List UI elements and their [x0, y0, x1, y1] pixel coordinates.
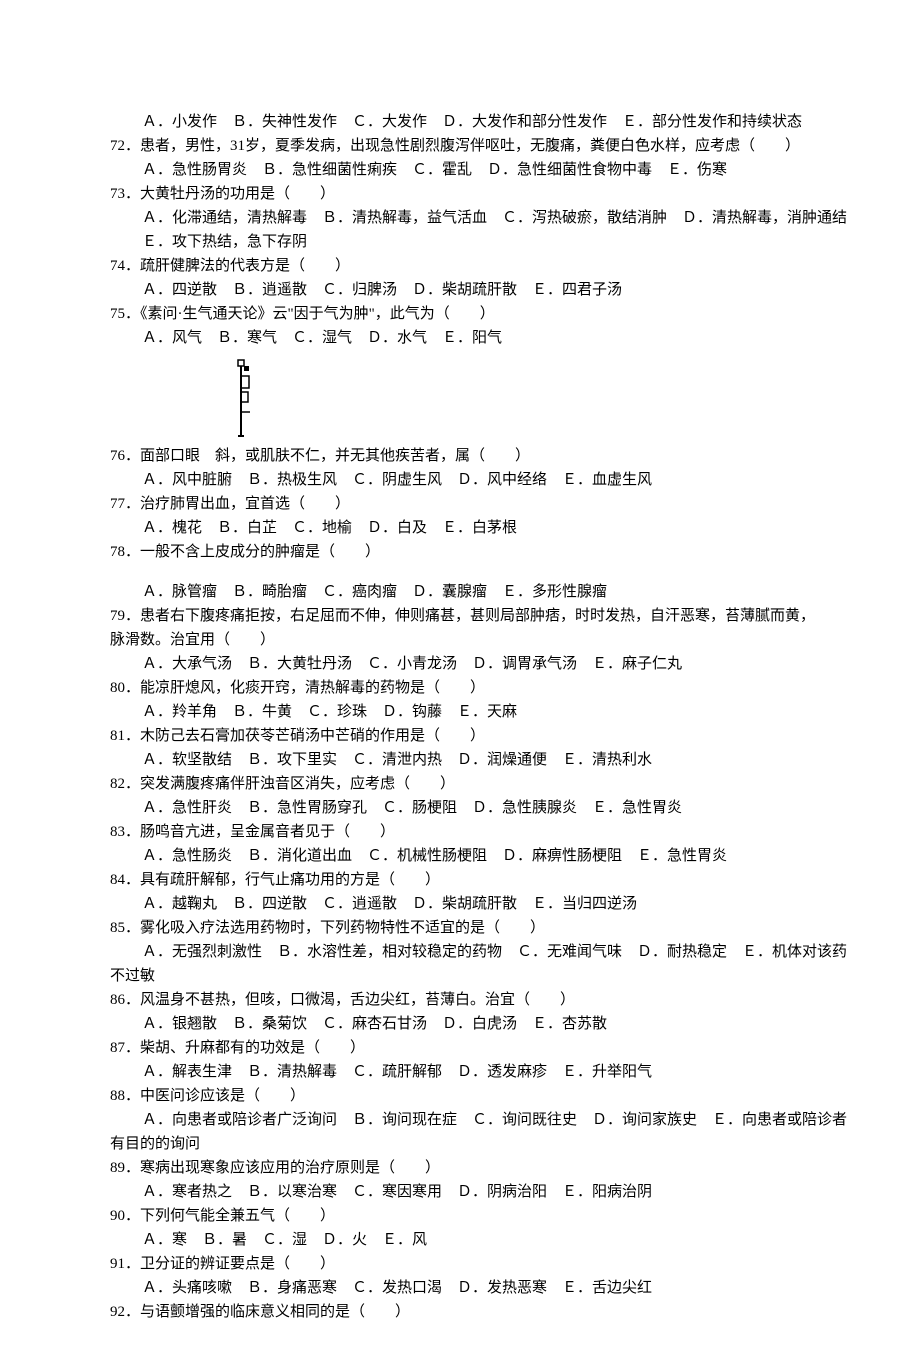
text-line: Ａ．软坚散结 Ｂ．攻下里实 Ｃ．清泄内热 Ｄ．润燥通便 Ｅ．清热利水: [110, 748, 810, 772]
text-line: Ａ．急性肠胃炎 Ｂ．急性细菌性痢疾 Ｃ．霍乱 Ｄ．急性细菌性食物中毒 Ｅ．伤寒: [110, 158, 810, 182]
text-line: Ａ．越鞠丸 Ｂ．四逆散 Ｃ．逍遥散 Ｄ．柴胡疏肝散 Ｅ．当归四逆汤: [110, 892, 810, 916]
text-line: 76．面部口眼 斜，或肌肤不仁，并无其他疾苦者，属（ ）: [110, 444, 810, 468]
text-line: 脉滑数。治宜用（ ）: [110, 628, 810, 652]
text-line: Ａ．脉管瘤 Ｂ．畸胎瘤 Ｃ．癌肉瘤 Ｄ．囊腺瘤 Ｅ．多形性腺瘤: [110, 580, 810, 604]
text-line: Ｅ．攻下热结，急下存阴: [110, 230, 810, 254]
text-line: 82．突发满腹疼痛伴肝浊音区消失，应考虑（ ）: [110, 772, 810, 796]
text-line: 85．雾化吸入疗法选用药物时，下列药物特性不适宜的是（ ）: [110, 916, 810, 940]
text-line: Ａ．寒者热之 Ｂ．以寒治寒 Ｃ．寒因寒用 Ｄ．阴病治阳 Ｅ．阳病治阴: [110, 1180, 810, 1204]
text-line: Ａ．风中脏腑 Ｂ．热极生风 Ｃ．阴虚生风 Ｄ．风中经络 Ｅ．血虚生风: [110, 468, 810, 492]
text-line: 79．患者右下腹疼痛拒按，右足屈而不伸，伸则痛甚，甚则局部肿痞，时时发热，自汗恶…: [110, 604, 810, 628]
text-line: Ａ．羚羊角 Ｂ．牛黄 Ｃ．珍珠 Ｄ．钩藤 Ｅ．天麻: [110, 700, 810, 724]
text-line: Ａ．头痛咳嗽 Ｂ．身痛恶寒 Ｃ．发热口渴 Ｄ．发热恶寒 Ｅ．舌边尖红: [110, 1276, 810, 1300]
text-line: 87．柴胡、升麻都有的功效是（ ）: [110, 1036, 810, 1060]
text-line: 72．患者，男性，31岁，夏季发病，出现急性剧烈腹泻伴呕吐，无腹痛，粪便白色水样…: [110, 134, 810, 158]
text-line: Ａ．四逆散 Ｂ．逍遥散 Ｃ．归脾汤 Ｄ．柴胡疏肝散 Ｅ．四君子汤: [110, 278, 810, 302]
text-line: 74．疏肝健脾法的代表方是（ ）: [110, 254, 810, 278]
text-line: Ａ．银翘散 Ｂ．桑菊饮 Ｃ．麻杏石甘汤 Ｄ．白虎汤 Ｅ．杏苏散: [110, 1012, 810, 1036]
text-line: 不过敏: [110, 964, 810, 988]
text-line: Ａ．寒 Ｂ．暑 Ｃ．湿 Ｄ．火 Ｅ．风: [110, 1228, 810, 1252]
text-line: Ａ．无强烈刺激性 Ｂ．水溶性差，相对较稳定的药物 Ｃ．无难闻气味 Ｄ．耐热稳定 …: [110, 940, 810, 964]
text-line: 77．治疗肺胃出血，宜首选（ ）: [110, 492, 810, 516]
text-line: Ａ．槐花 Ｂ．白芷 Ｃ．地榆 Ｄ．白及 Ｅ．白茅根: [110, 516, 810, 540]
text-line: 91．卫分证的辨证要点是（ ）: [110, 1252, 810, 1276]
text-line: Ａ．急性肠炎 Ｂ．消化道出血 Ｃ．机械性肠梗阻 Ｄ．麻痹性肠梗阻 Ｅ．急性胃炎: [110, 844, 810, 868]
text-line: Ａ．风气 Ｂ．寒气 Ｃ．湿气 Ｄ．水气 Ｅ．阳气: [110, 326, 810, 350]
inline-character-image: [230, 358, 810, 440]
exam-questions: Ａ．小发作 Ｂ．失神性发作 Ｃ．大发作 Ｄ．大发作和部分性发作 Ｅ．部分性发作和…: [110, 110, 810, 1324]
text-line: Ａ．向患者或陪诊者广泛询问 Ｂ．询问现在症 Ｃ．询问既往史 Ｄ．询问家族史 Ｅ．…: [110, 1108, 810, 1132]
text-line: Ａ．解表生津 Ｂ．清热解毒 Ｃ．疏肝解郁 Ｄ．透发麻疹 Ｅ．升举阳气: [110, 1060, 810, 1084]
text-line: 90．下列何气能全兼五气（ ）: [110, 1204, 810, 1228]
text-line: 75．《素问·生气通天论》云"因于气为肿"，此气为（ ）: [110, 302, 810, 326]
text-line: 83．肠鸣音亢进，呈金属音者见于（ ）: [110, 820, 810, 844]
text-line: 73．大黄牡丹汤的功用是（ ）: [110, 182, 810, 206]
text-line: Ａ．急性肝炎 Ｂ．急性胃肠穿孔 Ｃ．肠梗阻 Ｄ．急性胰腺炎 Ｅ．急性胃炎: [110, 796, 810, 820]
text-line: 88．中医问诊应该是（ ）: [110, 1084, 810, 1108]
text-line: 86．风温身不甚热，但咳，口微渴，舌边尖红，苔薄白。治宜（ ）: [110, 988, 810, 1012]
text-line: 84．具有疏肝解郁，行气止痛功用的方是（ ）: [110, 868, 810, 892]
text-line: Ａ．化滞通结，清热解毒 Ｂ．清热解毒，益气活血 Ｃ．泻热破瘀，散结消肿 Ｄ．清热…: [110, 206, 810, 230]
text-line: Ａ．小发作 Ｂ．失神性发作 Ｃ．大发作 Ｄ．大发作和部分性发作 Ｅ．部分性发作和…: [110, 110, 810, 134]
text-line: Ａ．大承气汤 Ｂ．大黄牡丹汤 Ｃ．小青龙汤 Ｄ．调胃承气汤 Ｅ．麻子仁丸: [110, 652, 810, 676]
text-line: 有目的的询问: [110, 1132, 810, 1156]
blank-line: [110, 564, 810, 580]
text-line: 81．木防己去石膏加茯苓芒硝汤中芒硝的作用是（ ）: [110, 724, 810, 748]
text-line: 80．能凉肝熄风，化痰开窍，清热解毒的药物是（ ）: [110, 676, 810, 700]
text-line: 92．与语颤增强的临床意义相同的是（ ）: [110, 1300, 810, 1324]
text-line: 89．寒病出现寒象应该应用的治疗原则是（ ）: [110, 1156, 810, 1180]
text-line: 78．一般不含上皮成分的肿瘤是（ ）: [110, 540, 810, 564]
